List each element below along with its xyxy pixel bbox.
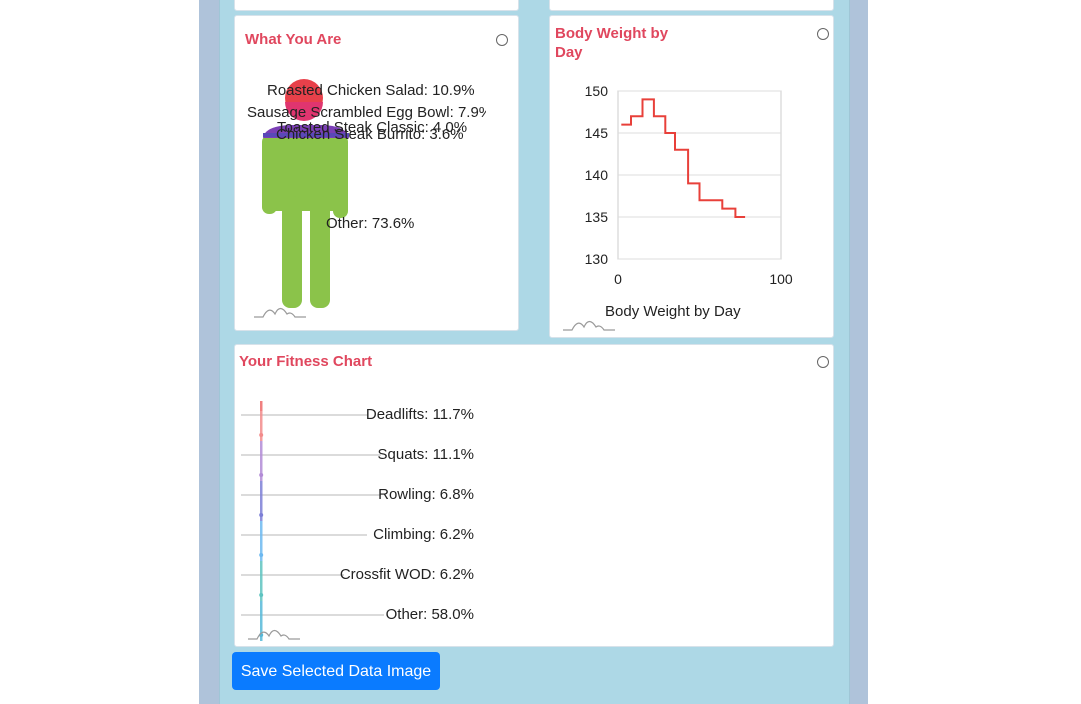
x-tick-labels: 0 100: [614, 271, 793, 287]
x-axis-caption: Body Weight by Day: [605, 303, 741, 320]
body-figure-chart: [254, 79, 349, 318]
body-weight-card: Body Weight by Day 150 145 140 135 130 0 100 …: [549, 15, 834, 338]
body-weight-line-chart: 150 145 140 135 130 0 100 Body Weight by Day: [563, 83, 793, 331]
weight-series-line: [621, 98, 746, 218]
fitness-marker: [259, 473, 264, 477]
top-card-right-fragment: [549, 0, 834, 11]
y-tick-label: 140: [585, 167, 609, 183]
fitness-bar-chart: [241, 401, 384, 641]
pie-label-chicken-burrito: Chicken Steak Burrito: 3.6%: [276, 126, 464, 143]
fitness-label-climbing: Climbing: 6.2%: [373, 526, 474, 543]
x-tick-label: 0: [614, 271, 622, 287]
fitness-label-other: Other: 58.0%: [385, 606, 474, 623]
pie-label-other: Other: 73.6%: [326, 215, 415, 232]
figure-right-arm: [333, 135, 348, 218]
y-tick-label: 135: [585, 209, 609, 225]
y-tick-label: 150: [585, 83, 609, 99]
figure-left-arm: [262, 135, 277, 214]
fitness-label-rowling: Rowling: 6.8%: [378, 486, 474, 503]
figure-right-leg: [310, 196, 330, 308]
fitness-marker: [259, 513, 264, 517]
y-tick-label: 130: [585, 251, 609, 267]
fitness-marker: [259, 553, 264, 557]
y-tick-labels: 150 145 140 135 130: [585, 83, 609, 267]
fitness-marker: [259, 433, 264, 437]
y-tick-label: 145: [585, 125, 609, 141]
fitness-label-crossfit: Crossfit WOD: 6.2%: [339, 566, 474, 583]
fitness-label-squats: Squats: 11.1%: [377, 446, 474, 463]
fitness-label-deadlifts: Deadlifts: 11.7%: [365, 406, 474, 423]
wave-icon: [248, 629, 300, 640]
what-you-are-card: What You Are Roasted Chicken Salad: 10.9…: [234, 15, 519, 331]
pie-label-roasted-chicken-salad: Roasted Chicken Salad: 10.9%: [267, 82, 475, 99]
x-tick-label: 100: [769, 271, 793, 287]
figure-left-leg: [282, 196, 302, 308]
fitness-bar-top: [260, 401, 263, 411]
fitness-rows: [241, 401, 384, 641]
fitness-card: Your Fitness Chart Deadlifts: 11.7% Squa…: [234, 344, 834, 647]
fitness-marker: [259, 593, 264, 597]
top-card-left-fragment: [234, 0, 519, 11]
wave-icon: [254, 307, 306, 318]
wave-icon: [563, 320, 615, 331]
save-selected-data-image-button[interactable]: Save Selected Data Image: [232, 652, 440, 690]
